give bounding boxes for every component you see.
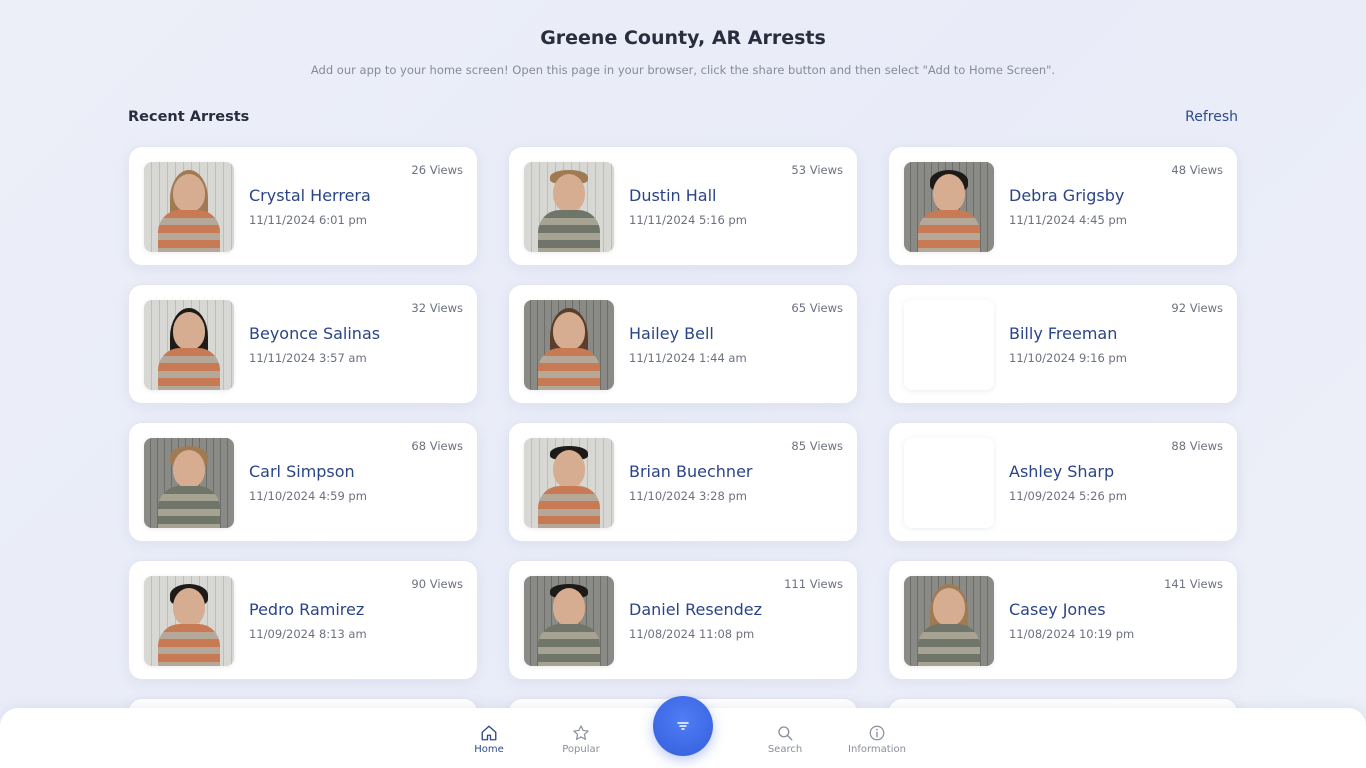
nav-information[interactable]: Information bbox=[837, 724, 917, 755]
arrest-date: 11/11/2024 6:01 pm bbox=[249, 213, 367, 227]
arrest-card[interactable]: 26 Views Crystal Herrera 11/11/2024 6:01… bbox=[128, 146, 478, 266]
arrest-card[interactable]: 141 Views Casey Jones 11/08/2024 10:19 p… bbox=[888, 560, 1238, 680]
view-count: 32 Views bbox=[411, 301, 463, 315]
view-count: 88 Views bbox=[1171, 439, 1223, 453]
arrestee-name[interactable]: Pedro Ramirez bbox=[249, 600, 364, 619]
mugshot-photo bbox=[524, 300, 614, 390]
photo-placeholder bbox=[904, 438, 994, 528]
section-title: Recent Arrests bbox=[128, 109, 250, 125]
arrestee-name[interactable]: Ashley Sharp bbox=[1009, 462, 1114, 481]
view-count: 90 Views bbox=[411, 577, 463, 591]
arrest-grid: 26 Views Crystal Herrera 11/11/2024 6:01… bbox=[128, 146, 1238, 680]
search-icon bbox=[778, 726, 793, 741]
arrest-date: 11/11/2024 3:57 am bbox=[249, 351, 367, 365]
arrestee-name[interactable]: Carl Simpson bbox=[249, 462, 355, 481]
nav-search-label: Search bbox=[767, 744, 803, 755]
mugshot-photo bbox=[144, 162, 234, 252]
mugshot-photo bbox=[144, 438, 234, 528]
arrest-date: 11/11/2024 1:44 am bbox=[629, 351, 747, 365]
mugshot-photo bbox=[524, 438, 614, 528]
arrest-date: 11/10/2024 9:16 pm bbox=[1009, 351, 1127, 365]
arrest-card[interactable]: 88 Views Ashley Sharp 11/09/2024 5:26 pm bbox=[888, 422, 1238, 542]
nav-search[interactable]: Search bbox=[745, 724, 825, 755]
arrest-card[interactable]: 85 Views Brian Buechner 11/10/2024 3:28 … bbox=[508, 422, 858, 542]
star-icon bbox=[573, 725, 589, 740]
page-title: Greene County, AR Arrests bbox=[540, 27, 826, 49]
arrest-card[interactable]: 92 Views Billy Freeman 11/10/2024 9:16 p… bbox=[888, 284, 1238, 404]
mugshot-photo bbox=[904, 162, 994, 252]
arrest-date: 11/09/2024 5:26 pm bbox=[1009, 489, 1127, 503]
mugshot-photo bbox=[144, 576, 234, 666]
refresh-button[interactable]: Refresh bbox=[1185, 109, 1238, 125]
home-icon bbox=[481, 725, 497, 741]
nav-popular-label: Popular bbox=[562, 744, 600, 755]
arrest-date: 11/10/2024 3:28 pm bbox=[629, 489, 747, 503]
arrest-date: 11/08/2024 10:19 pm bbox=[1009, 627, 1135, 641]
arrest-date: 11/09/2024 8:13 am bbox=[249, 627, 367, 641]
arrest-card[interactable]: 68 Views Carl Simpson 11/10/2024 4:59 pm bbox=[128, 422, 478, 542]
arrest-date: 11/08/2024 11:08 pm bbox=[629, 627, 755, 641]
info-icon bbox=[869, 725, 885, 741]
arrest-card[interactable]: 111 Views Daniel Resendez 11/08/2024 11:… bbox=[508, 560, 858, 680]
filter-button[interactable] bbox=[653, 696, 713, 756]
arrestee-name[interactable]: Dustin Hall bbox=[629, 186, 716, 205]
view-count: 111 Views bbox=[784, 577, 843, 591]
view-count: 65 Views bbox=[791, 301, 843, 315]
arrest-card[interactable]: 53 Views Dustin Hall 11/11/2024 5:16 pm bbox=[508, 146, 858, 266]
nav-home[interactable]: Home bbox=[449, 724, 529, 755]
arrestee-name[interactable]: Brian Buechner bbox=[629, 462, 753, 481]
arrestee-name[interactable]: Daniel Resendez bbox=[629, 600, 762, 619]
mugshot-photo bbox=[144, 300, 234, 390]
arrest-card[interactable]: 65 Views Hailey Bell 11/11/2024 1:44 am bbox=[508, 284, 858, 404]
nav-information-label: Information bbox=[848, 744, 906, 755]
arrest-card[interactable]: 90 Views Pedro Ramirez 11/09/2024 8:13 a… bbox=[128, 560, 478, 680]
nav-home-label: Home bbox=[474, 744, 504, 755]
page-subtitle: Add our app to your home screen! Open th… bbox=[310, 63, 1056, 77]
arrest-date: 11/11/2024 5:16 pm bbox=[629, 213, 747, 227]
arrestee-name[interactable]: Debra Grigsby bbox=[1009, 186, 1124, 205]
arrest-date: 11/11/2024 4:45 pm bbox=[1009, 213, 1127, 227]
arrestee-name[interactable]: Hailey Bell bbox=[629, 324, 714, 343]
arrestee-name[interactable]: Billy Freeman bbox=[1009, 324, 1117, 343]
mugshot-photo bbox=[524, 162, 614, 252]
view-count: 92 Views bbox=[1171, 301, 1223, 315]
view-count: 53 Views bbox=[791, 163, 843, 177]
view-count: 85 Views bbox=[791, 439, 843, 453]
photo-placeholder bbox=[904, 300, 994, 390]
mugshot-photo bbox=[524, 576, 614, 666]
arrest-card[interactable]: 32 Views Beyonce Salinas 11/11/2024 3:57… bbox=[128, 284, 478, 404]
arrest-card[interactable]: 48 Views Debra Grigsby 11/11/2024 4:45 p… bbox=[888, 146, 1238, 266]
mugshot-photo bbox=[904, 576, 994, 666]
view-count: 68 Views bbox=[411, 439, 463, 453]
arrestee-name[interactable]: Beyonce Salinas bbox=[249, 324, 380, 343]
nav-popular[interactable]: Popular bbox=[541, 724, 621, 755]
arrest-date: 11/10/2024 4:59 pm bbox=[249, 489, 367, 503]
arrestee-name[interactable]: Casey Jones bbox=[1009, 600, 1106, 619]
filter-icon bbox=[677, 722, 689, 730]
arrestee-name[interactable]: Crystal Herrera bbox=[249, 186, 371, 205]
view-count: 26 Views bbox=[411, 163, 463, 177]
view-count: 141 Views bbox=[1164, 577, 1223, 591]
view-count: 48 Views bbox=[1171, 163, 1223, 177]
